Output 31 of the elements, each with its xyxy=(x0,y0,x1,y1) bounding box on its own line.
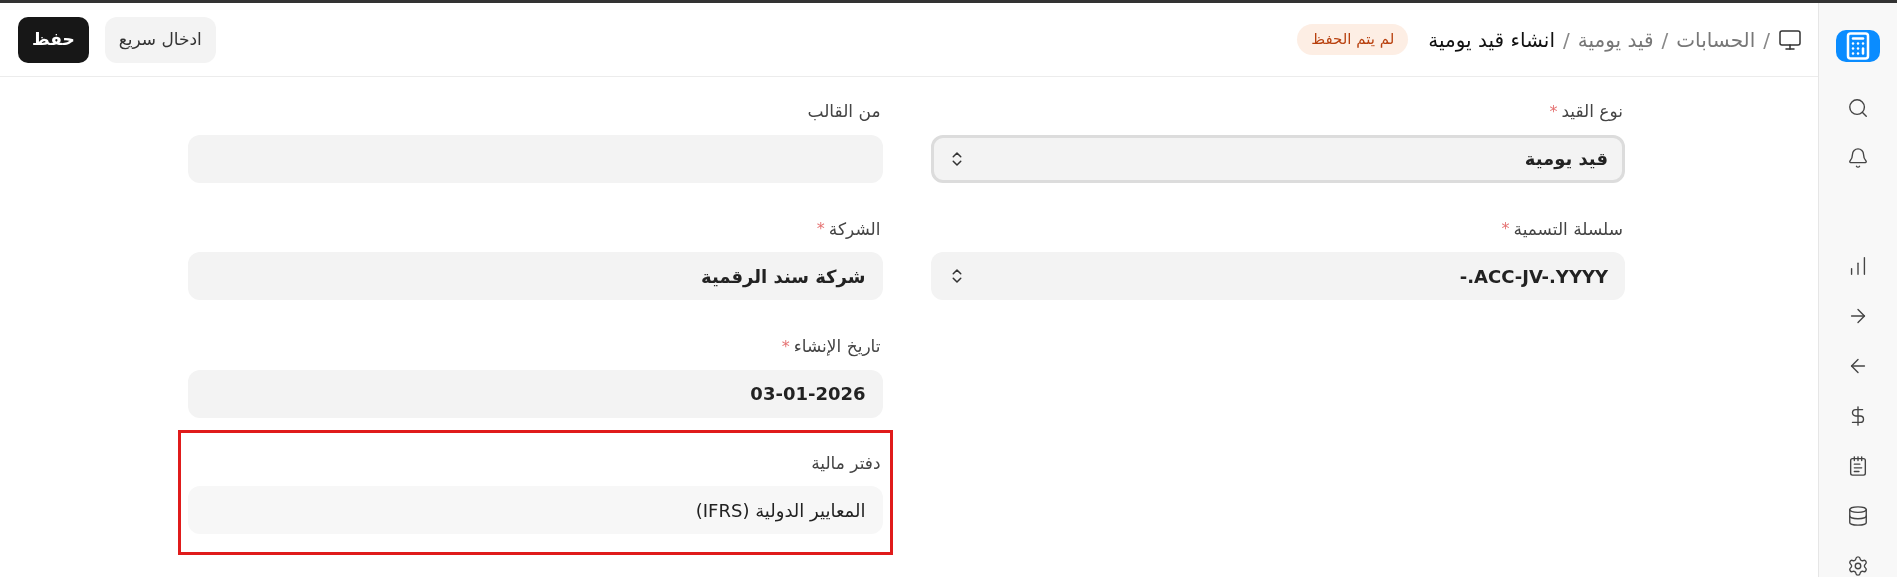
field-label: الشركة xyxy=(828,217,881,241)
settings-icon[interactable] xyxy=(1847,555,1869,577)
input-field[interactable]: 03-01-2026 xyxy=(188,369,883,418)
required-mark: * xyxy=(1549,100,1558,123)
field-label: تاريخ الإنشاء xyxy=(793,335,881,359)
breadcrumb-separator: / xyxy=(1562,26,1570,54)
field-label: من القالب xyxy=(807,100,881,123)
input-field[interactable]: شركة سند الرقمية xyxy=(188,252,883,300)
required-mark: * xyxy=(1501,218,1510,241)
quick-entry-button[interactable]: ادخال سريع xyxy=(104,16,216,63)
field-label: نوع القيد xyxy=(1561,100,1623,124)
required-mark: * xyxy=(781,335,790,358)
search-icon[interactable] xyxy=(1847,97,1869,119)
breadcrumb-link[interactable]: الحسابات xyxy=(1676,24,1756,55)
status-badge: لم يتم الحفظ xyxy=(1297,24,1409,55)
app-logo[interactable] xyxy=(1836,30,1880,62)
field-label: سلسلة التسمية xyxy=(1513,217,1623,241)
field-label: دفتر مالية xyxy=(811,451,881,475)
input-field[interactable]: المعايير الدولية (IFRS) xyxy=(188,486,883,534)
bell-icon[interactable] xyxy=(1847,147,1869,169)
required-mark: * xyxy=(816,218,825,241)
breadcrumb-separator: / xyxy=(1661,26,1669,54)
save-button[interactable]: حفظ xyxy=(18,16,89,63)
breadcrumb-link[interactable]: انشاء قيد يومية xyxy=(1428,24,1555,55)
notepad-icon[interactable] xyxy=(1847,455,1869,477)
select-field[interactable]: قيد يومية xyxy=(930,134,1625,183)
monitor-icon[interactable] xyxy=(1778,27,1802,52)
database-icon[interactable] xyxy=(1847,505,1869,527)
select-field[interactable]: ACC-JV-.YYYY.- xyxy=(930,252,1625,300)
breadcrumb-separator: / xyxy=(1763,26,1770,54)
breadcrumb-link[interactable]: قيد يومية xyxy=(1577,24,1654,55)
